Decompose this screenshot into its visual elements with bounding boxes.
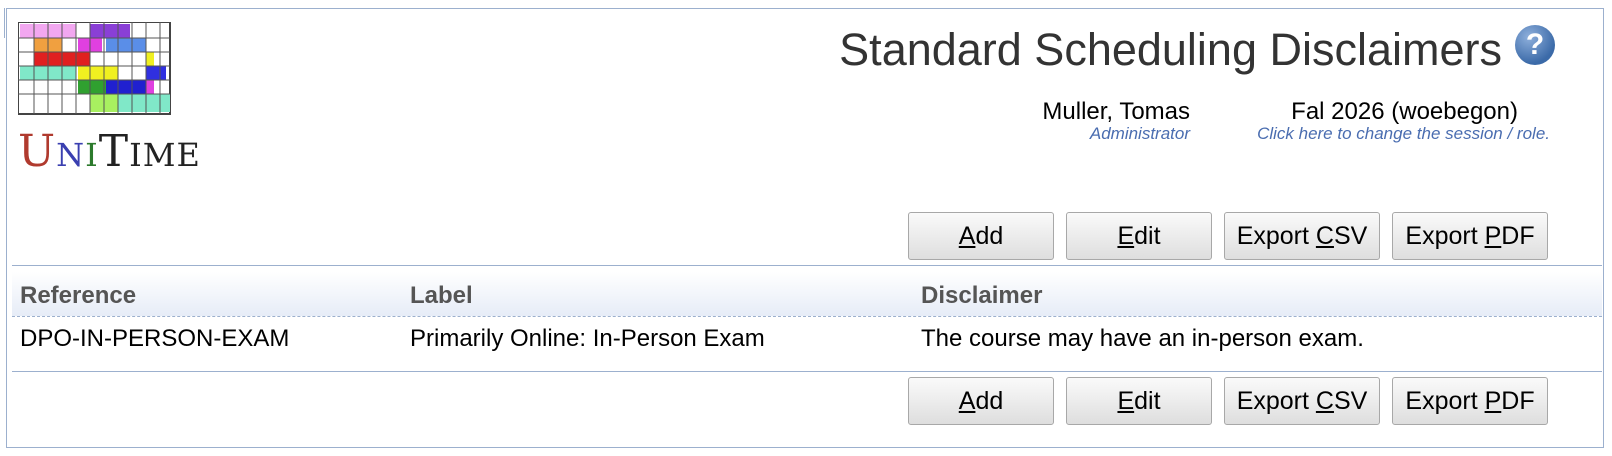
unitime-wordmark: UNITIME bbox=[18, 126, 201, 177]
session-name[interactable]: Fal 2026 (woebegon) bbox=[1257, 98, 1550, 126]
user-info: Muller, Tomas Administrator bbox=[1042, 98, 1190, 144]
user-name: Muller, Tomas bbox=[1042, 98, 1190, 125]
footer-divider bbox=[12, 371, 1602, 372]
help-icon[interactable]: ? bbox=[1515, 25, 1555, 65]
column-header-disclaimer[interactable]: Disclaimer bbox=[921, 282, 1042, 310]
column-header-reference[interactable]: Reference bbox=[20, 282, 136, 310]
add-button[interactable]: Add bbox=[908, 212, 1054, 260]
session-selector[interactable]: Fal 2026 (woebegon) Click here to change… bbox=[1257, 98, 1550, 144]
timetable-logo-icon bbox=[18, 22, 171, 115]
cell-label: Primarily Online: In-Person Exam bbox=[410, 325, 765, 352]
export-csv-button[interactable]: Export C SV bbox=[1224, 212, 1380, 260]
add-button-bottom[interactable]: Add bbox=[908, 377, 1054, 425]
column-header-label[interactable]: Label bbox=[410, 282, 473, 310]
top-button-bar: Add Edit Export C SV Export P DF bbox=[908, 212, 1548, 260]
export-pdf-button[interactable]: Export P DF bbox=[1392, 212, 1548, 260]
cell-disclaimer: The course may have an in-person exam. bbox=[921, 325, 1364, 352]
export-csv-button-bottom[interactable]: Export C SV bbox=[1224, 377, 1380, 425]
header-divider bbox=[12, 265, 1602, 266]
table-header-row: Reference Label Disclaimer bbox=[12, 272, 1602, 317]
export-pdf-button-bottom[interactable]: Export P DF bbox=[1392, 377, 1548, 425]
bottom-button-bar: Add Edit Export C SV Export P DF bbox=[908, 377, 1548, 425]
unitime-logo[interactable]: UNITIME bbox=[18, 22, 200, 182]
edit-button[interactable]: Edit bbox=[1066, 212, 1212, 260]
edit-button-bottom[interactable]: Edit bbox=[1066, 377, 1212, 425]
session-change-link[interactable]: Click here to change the session / role. bbox=[1257, 124, 1550, 144]
user-role: Administrator bbox=[1089, 124, 1190, 143]
cell-reference: DPO-IN-PERSON-EXAM bbox=[20, 325, 290, 352]
page-title: Standard Scheduling Disclaimers bbox=[839, 24, 1502, 75]
left-edge-marker bbox=[0, 8, 5, 38]
